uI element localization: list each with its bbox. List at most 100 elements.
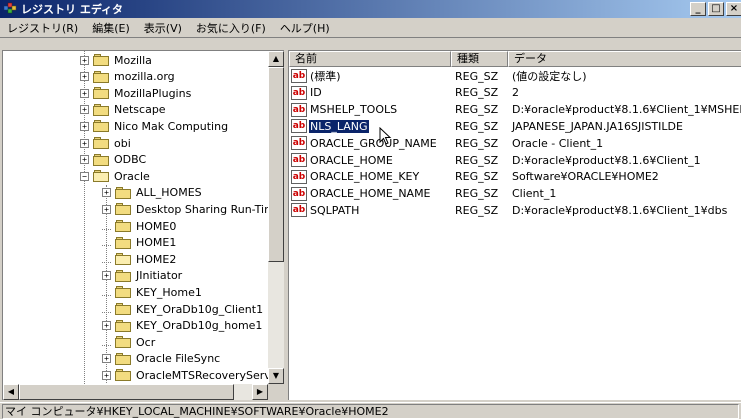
tree-item[interactable]: − Oracle [80,168,151,184]
string-value-icon: ab [291,85,307,100]
string-value-icon: ab [291,102,307,117]
tree-item[interactable]: + KEY_OraDb10g_home1 [102,318,263,334]
mouse-cursor-icon [379,127,392,145]
expand-icon[interactable]: + [80,155,89,165]
tree-item[interactable]: + ODBC [80,152,147,168]
value-row[interactable]: ab NLS_LANG REG_SZ JAPANESE_JAPAN.JA16SJIST… [289,118,741,134]
expand-icon[interactable]: + [102,354,111,364]
key-tree-pane[interactable]: + Mozilla + mozilla.org + MozillaPlugins + Nets… [2,50,284,400]
open-folder-icon [93,170,109,183]
tree-item[interactable]: + Nico Mak Computing [80,118,229,134]
tree-item[interactable]: + mozilla.org [80,69,176,85]
scroll-left-button[interactable]: ◀ [3,384,19,400]
folder-icon [115,186,131,199]
tree-item[interactable]: + MozillaPlugins [80,85,192,101]
collapse-icon[interactable]: − [80,171,89,181]
value-row[interactable]: ab ID REG_SZ 2 [289,85,741,101]
value-type: REG_SZ [455,187,499,201]
value-type: REG_SZ [455,69,499,83]
value-data: Oracle - Client_1 [512,136,604,150]
folder-icon [93,137,109,149]
value-type: REG_SZ [455,203,499,217]
value-name-cell: ab ORACLE_HOME_NAME [289,186,449,201]
tree-item[interactable]: + Mozilla [80,52,153,68]
column-header-type[interactable]: 種類 [451,51,508,67]
tree-item[interactable]: + obi [80,135,132,151]
value-name-cell: ab (標準) [289,68,449,84]
expand-icon[interactable]: + [80,105,89,115]
value-name: MSHELP_TOOLS [310,103,398,117]
value-name-cell: ab ORACLE_HOME_KEY [289,169,449,184]
menu-favorites[interactable]: お気に入り(F) [189,20,273,36]
value-name: ORACLE_GROUP_NAME [310,136,437,150]
value-row[interactable]: ab ORACLE_HOME REG_SZ D:¥oracle¥product¥8.1… [289,152,741,168]
expand-icon[interactable]: + [80,121,89,131]
close-button[interactable]: × [726,2,741,16]
scroll-thumb[interactable] [268,67,284,262]
tree-item[interactable]: KEY_OraDb10g_Client1 [102,301,264,317]
key-tree: + Mozilla + mozilla.org + MozillaPlugins + Nets… [3,51,268,384]
scroll-right-button[interactable]: ▶ [252,384,268,400]
folder-icon [93,70,109,83]
expand-icon[interactable]: + [102,188,111,198]
open-folder-icon [115,253,131,266]
tree-item[interactable]: Ocr [102,334,156,350]
tree-item-label: KEY_OraDb10g_Client1 [136,302,264,316]
tree-horizontal-scrollbar[interactable]: ◀ ▶ [3,384,268,400]
tree-item[interactable]: KEY_Home1 [102,284,203,300]
menu-edit[interactable]: 編集(E) [85,20,137,36]
tree-item[interactable]: + Netscape [80,102,167,118]
expand-icon[interactable]: + [80,72,89,82]
folder-icon [115,352,131,365]
string-value-icon: ab [291,119,307,134]
expand-icon[interactable]: + [102,370,111,380]
string-value-icon: ab [291,186,307,201]
string-value-icon: ab [291,203,307,218]
tree-item[interactable]: HOME2 [102,251,177,267]
column-header-name[interactable]: 名前 [289,51,451,67]
folder-icon [93,103,109,116]
menu-registry[interactable]: レジストリ(R) [0,20,85,36]
column-header-data[interactable]: データ [508,51,741,67]
value-name: SQLPATH [310,203,360,217]
minimize-button[interactable]: _ [690,2,706,16]
tree-item-label: JInitiator [136,269,183,283]
value-name: ID [310,86,322,100]
tree-item[interactable]: HOME1 [102,235,177,251]
tree-item-label: ODBC [114,153,147,167]
registry-editor-icon [3,2,17,16]
tree-item[interactable]: HOME0 [102,218,177,234]
value-row[interactable]: ab ORACLE_GROUP_NAME REG_SZ Oracle - Client… [289,135,741,151]
tree-item[interactable]: + Oracle FileSync [102,351,221,367]
value-row[interactable]: ab ORACLE_HOME_NAME REG_SZ Client_1 [289,186,741,202]
menu-help[interactable]: ヘルプ(H) [273,20,337,36]
tree-item[interactable]: + JInitiator [102,268,183,284]
expand-icon[interactable]: + [102,204,111,214]
expand-icon[interactable]: + [80,55,89,65]
tree-item[interactable]: + ALL_HOMES [102,185,203,201]
folder-icon [93,120,109,133]
hscroll-thumb[interactable] [19,384,234,400]
value-row[interactable]: ab SQLPATH REG_SZ D:¥oracle¥product¥8.1.6¥C… [289,202,741,218]
expand-icon[interactable]: + [102,271,111,281]
scroll-up-button[interactable]: ▲ [268,51,284,67]
value-name: ORACLE_HOME_KEY [310,170,420,184]
expand-icon[interactable]: + [80,88,89,98]
tree-item-label: Desktop Sharing Run-Tim [136,202,268,216]
tree-vertical-scrollbar[interactable]: ▲ ▼ [268,51,284,384]
value-row[interactable]: ab ORACLE_HOME_KEY REG_SZ Software¥ORACLE¥H… [289,169,741,185]
tree-item-label: Netscape [114,103,166,117]
menu-view[interactable]: 表示(V) [137,20,189,36]
value-row[interactable]: ab MSHELP_TOOLS REG_SZ D:¥oracle¥product¥8.… [289,102,741,118]
tree-item[interactable]: + OracleMTSRecoveryServi [102,367,268,383]
value-name: NLS_LANG [308,119,370,134]
tree-item-label: obi [114,136,131,150]
folder-icon [115,286,131,299]
expand-icon[interactable]: + [80,138,89,148]
maximize-button[interactable]: □ [708,2,724,16]
expand-icon[interactable]: + [102,321,111,331]
scroll-down-button[interactable]: ▼ [268,368,284,384]
value-list-pane[interactable]: 名前 種類 データ ab (標準) REG_SZ (値の設定なし) ab ID REG_SZ… [288,50,741,400]
value-row[interactable]: ab (標準) REG_SZ (値の設定なし) [289,68,741,84]
tree-item[interactable]: + Desktop Sharing Run-Tim [102,201,268,217]
